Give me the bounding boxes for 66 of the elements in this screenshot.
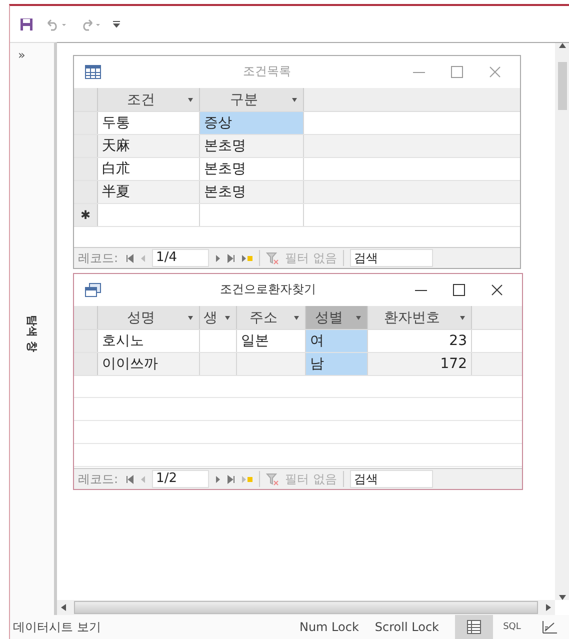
dropdown-icon[interactable] [460, 316, 465, 320]
customize-toolbar-icon[interactable] [113, 20, 120, 28]
table-cell: 白朮 [102, 161, 130, 177]
table-cell: 호시노 [102, 333, 144, 349]
table-icon[interactable] [85, 64, 101, 78]
table-cell: 본초명 [204, 184, 246, 200]
search-field[interactable]: 검색 [350, 249, 433, 267]
table-cell: 半夏 [102, 184, 130, 200]
scroll-up-icon[interactable] [558, 43, 566, 48]
dropdown-icon[interactable] [225, 316, 230, 320]
table-cell: 23 [449, 333, 467, 349]
table-cell: 天麻 [102, 138, 130, 154]
column-header[interactable]: 환자번호 [368, 306, 472, 329]
close-icon[interactable] [491, 284, 503, 296]
column-header[interactable]: 성명 [98, 306, 200, 329]
save-icon[interactable] [20, 18, 33, 30]
scroll-left-icon[interactable] [61, 604, 66, 611]
record-label: 레코드: [78, 250, 118, 266]
filter-icon[interactable] [266, 252, 280, 264]
next-record-icon[interactable] [215, 254, 222, 262]
column-header[interactable]: 구분 [200, 88, 304, 111]
last-record-icon[interactable] [227, 254, 236, 262]
table-cell: 남 [310, 356, 324, 372]
undo-icon[interactable] [45, 18, 67, 30]
column-header[interactable]: 성별 [306, 306, 368, 329]
last-record-icon[interactable] [227, 474, 236, 484]
dropdown-icon[interactable] [292, 98, 297, 102]
expand-pane-button[interactable]: » [18, 48, 26, 62]
status-indicator: Scroll Lock [374, 620, 439, 634]
table-cell: 이이쓰까 [102, 356, 158, 372]
ruler-pencil-icon[interactable] [542, 620, 558, 634]
new-record-selector[interactable]: ✱ [74, 204, 98, 226]
table-cell: 172 [440, 356, 467, 372]
window-title: 조건목록 [242, 63, 292, 80]
next-record-icon[interactable] [215, 474, 222, 484]
table-cell: 여 [310, 333, 324, 349]
new-record-icon[interactable] [241, 254, 254, 262]
table-cell: 본초명 [204, 138, 246, 154]
status-indicator: Num Lock [299, 620, 359, 634]
form-icon[interactable] [85, 282, 101, 296]
navigation-pane-label[interactable]: 탐색 창 [24, 315, 40, 352]
filter-icon[interactable] [266, 472, 280, 486]
window-title: 조건으로환자찾기 [219, 281, 317, 298]
first-record-icon[interactable] [126, 254, 134, 262]
sql-view-button-label: SQL [503, 622, 521, 632]
dropdown-icon[interactable] [188, 98, 193, 102]
column-header[interactable]: 생 [200, 306, 237, 329]
dropdown-icon[interactable] [294, 316, 299, 320]
record-label: 레코드: [78, 470, 118, 488]
scroll-right-icon[interactable] [546, 604, 551, 611]
search-field[interactable]: 검색 [350, 470, 433, 488]
scroll-down-icon[interactable] [558, 595, 566, 600]
record-number-field[interactable]: 1/4 [152, 249, 210, 267]
table-cell: 본초명 [204, 161, 246, 177]
table-cell: 두통 [102, 115, 130, 131]
datasheet-view-icon[interactable] [467, 620, 481, 634]
dropdown-icon[interactable] [356, 316, 361, 320]
dropdown-icon[interactable] [188, 316, 193, 320]
record-number-field[interactable]: 1/2 [152, 470, 210, 488]
table-cell: 증상 [204, 115, 232, 131]
first-record-icon[interactable] [126, 474, 134, 484]
column-header[interactable]: 주소 [237, 306, 306, 329]
table-cell: 일본 [241, 333, 269, 349]
maximize-icon[interactable] [453, 284, 465, 296]
column-header[interactable]: 조건 [98, 88, 200, 111]
status-text: 데이터시트 보기 [12, 618, 102, 636]
